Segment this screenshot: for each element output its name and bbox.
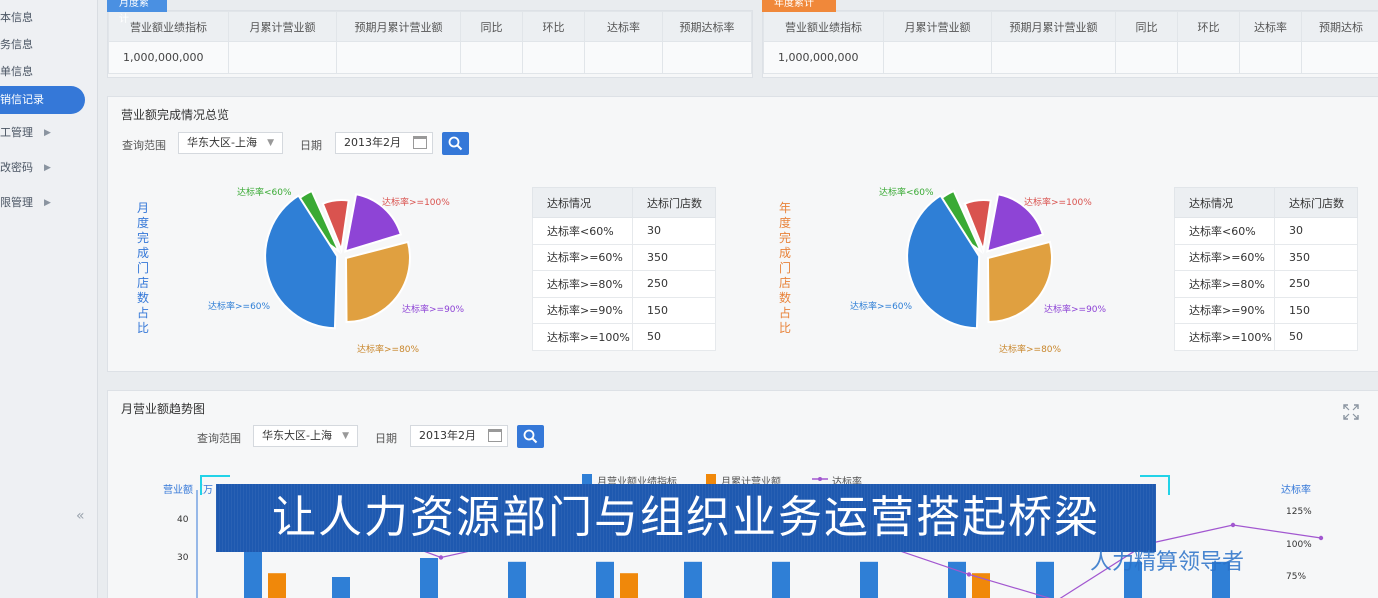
bar-cumulative	[268, 573, 286, 598]
bar-target	[244, 550, 262, 598]
bar-target	[596, 561, 614, 598]
rate-point	[966, 572, 972, 577]
watermark: 人力精算领导者	[1090, 550, 1245, 575]
bar-target	[684, 561, 702, 598]
bar-target	[508, 561, 526, 598]
bar-target	[772, 561, 790, 598]
video-caption: 让人力资源部门与组织业务运营搭起桥梁	[216, 484, 1156, 552]
bar-target	[948, 561, 966, 598]
bar-cumulative	[620, 573, 638, 598]
bar-target	[332, 577, 350, 598]
bar-target	[860, 561, 878, 598]
rate-point	[1230, 522, 1236, 528]
bar-target	[1036, 561, 1054, 598]
bar-target	[420, 558, 438, 598]
rate-point	[438, 555, 444, 560]
bar-cumulative	[972, 573, 990, 598]
rate-point	[1318, 535, 1324, 541]
